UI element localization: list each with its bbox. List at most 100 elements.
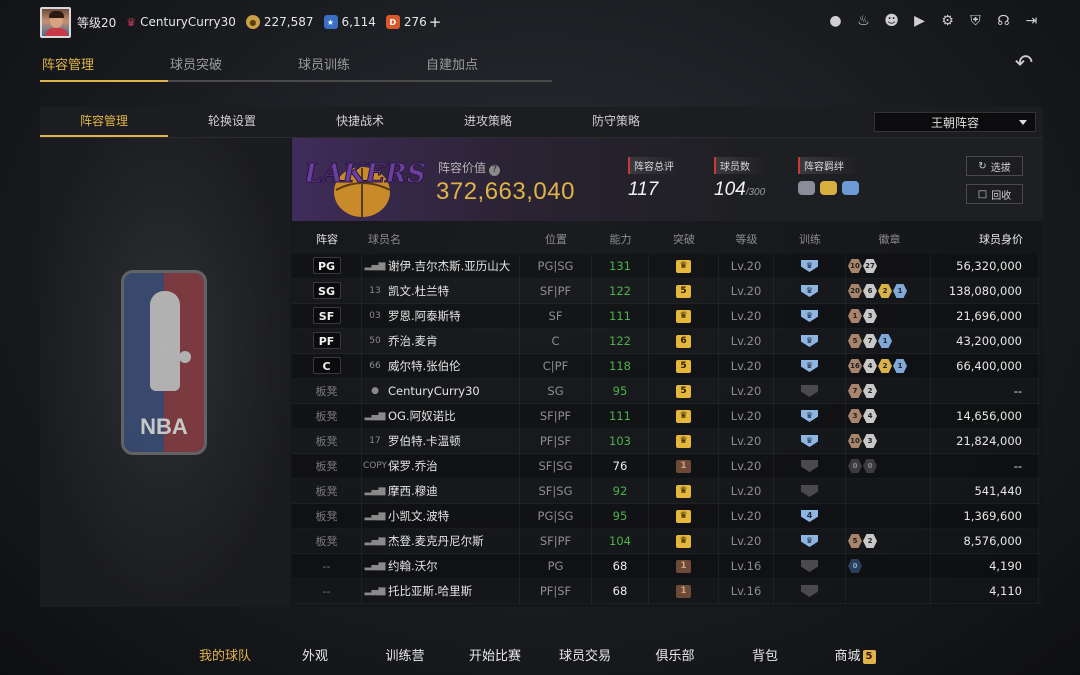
shield-icon[interactable]: ⛨ xyxy=(967,12,984,29)
lineup-slot[interactable]: 板凳 xyxy=(292,428,362,454)
lineup-slot[interactable]: SG xyxy=(292,278,362,304)
profile-icon[interactable]: ● xyxy=(827,12,844,29)
subtab-lineup[interactable]: 阵容管理 xyxy=(40,107,168,137)
lineup-slot[interactable]: 板凳 xyxy=(292,453,362,479)
nav-my-team[interactable]: 我的球队 xyxy=(180,640,270,675)
table-row[interactable]: PG ▂▄▆ 谢伊.吉尔杰斯.亚历山大 PG|SG 131 ♛ Lv.20 ♛ 1… xyxy=(292,253,1039,279)
nav-backpack[interactable]: 背包 xyxy=(720,640,810,675)
gear-icon[interactable]: ⚙ xyxy=(939,12,956,29)
breakthrough-cell: 5 xyxy=(649,278,719,304)
table-row[interactable]: -- ▂▄▆ 托比亚斯.哈里斯 PF|SF 68 1 Lv.16 4,110 xyxy=(292,578,1039,604)
lineup-slot[interactable]: -- xyxy=(292,553,362,579)
team-banner: LAKERS 阵容价值? 372,663,040 阵容总评 117 球员数 10… xyxy=(292,138,1043,221)
tab-player-breakthrough[interactable]: 球员突破 xyxy=(168,52,296,82)
table-row[interactable]: 板凳 ▂▄▆ 摩西.穆迪 SF|SG 92 ♛ Lv.20 541,440 xyxy=(292,478,1039,504)
subtab-rotation[interactable]: 轮换设置 xyxy=(168,107,296,137)
player-name-cell[interactable]: ▂▄▆ 谢伊.吉尔杰斯.亚历山大 xyxy=(362,253,520,279)
lineup-slot[interactable]: -- xyxy=(292,578,362,604)
player-name-cell[interactable]: ▂▄▆ 杰登.麦克丹尼尔斯 xyxy=(362,528,520,554)
bond-blue-icon[interactable] xyxy=(842,181,859,195)
table-header: 阵容 球员名 位置 能力 突破 等级 训练 徽章 球员身价 xyxy=(292,223,1039,254)
nav-start-game[interactable]: 开始比赛 xyxy=(450,640,540,675)
training-icon: 4 xyxy=(801,510,818,522)
player-name-cell[interactable]: ▂▄▆ 托比亚斯.哈里斯 xyxy=(362,578,520,604)
badges-cell: 0 xyxy=(846,553,931,579)
table-row[interactable]: 板凳 ▂▄▆ 杰登.麦克丹尼尔斯 SF|PF 104 ♛ Lv.20 ♛ 52 8… xyxy=(292,528,1039,554)
badge-icon: 5 xyxy=(848,334,862,348)
tab-custom-points[interactable]: 自建加点 xyxy=(424,52,552,82)
lineup-slot[interactable]: 板凳 xyxy=(292,478,362,504)
training-cell xyxy=(774,378,846,404)
friends-icon[interactable]: ☻ xyxy=(883,12,900,29)
table-row[interactable]: 板凳 ● CenturyCurry30 SG 95 5 Lv.20 72 -- xyxy=(292,378,1039,404)
table-row[interactable]: 板凳 ▂▄▆ OG.阿奴诺比 SF|PF 111 ♛ Lv.20 ♛ 34 14,… xyxy=(292,403,1039,429)
player-name-cell[interactable]: ▂▄▆ 小凯文.波特 xyxy=(362,503,520,529)
player-name-cell[interactable]: 17 罗伯特.卡温顿 xyxy=(362,428,520,454)
tab-lineup-management[interactable]: 阵容管理 xyxy=(40,52,168,82)
nav-appearance[interactable]: 外观 xyxy=(270,640,360,675)
headset-icon[interactable]: ☊ xyxy=(995,12,1012,29)
lineup-value-label-text: 阵容价值 xyxy=(438,161,487,175)
player-price: 4,110 xyxy=(931,578,1039,604)
badge-icon: 7 xyxy=(848,384,862,398)
player-name-cell[interactable]: 13 凯文.杜兰特 xyxy=(362,278,520,304)
nav-shop[interactable]: 商城 5 xyxy=(810,640,900,675)
player-name-cell[interactable]: 50 乔治.麦肯 xyxy=(362,328,520,354)
subtab-defense[interactable]: 防守策略 xyxy=(552,107,680,137)
badge-icon: 10 xyxy=(848,259,862,273)
recycle-button[interactable]: □ 回收 xyxy=(966,184,1023,204)
player-name-cell[interactable]: COPY 保罗.乔治 xyxy=(362,453,520,479)
player-position: PG|SG xyxy=(520,253,592,279)
player-name-cell[interactable]: ▂▄▆ OG.阿奴诺比 xyxy=(362,403,520,429)
help-icon[interactable]: ? xyxy=(489,165,501,176)
lineup-slot[interactable]: 板凳 xyxy=(292,378,362,404)
lineup-slot[interactable]: C xyxy=(292,353,362,379)
table-row[interactable]: C 66 威尔特.张伯伦 C|PF 118 5 Lv.20 ♛ 16 4 2 1 66,… xyxy=(292,353,1039,379)
player-name-cell[interactable]: ▂▄▆ 摩西.穆迪 xyxy=(362,478,520,504)
lineup-slot[interactable]: 板凳 xyxy=(292,528,362,554)
bond-group-icon[interactable] xyxy=(798,181,815,195)
add-currency-button[interactable]: + xyxy=(429,13,442,31)
points-count: 6,114 xyxy=(341,15,376,29)
tickets-block: D 276 + xyxy=(385,13,442,31)
table-row[interactable]: SG 13 凯文.杜兰特 SF|PF 122 5 Lv.20 ♛ 20 6 2 1 13… xyxy=(292,278,1039,304)
lineup-slot[interactable]: PF xyxy=(292,328,362,354)
player-name-cell[interactable]: ● CenturyCurry30 xyxy=(362,378,520,404)
bond-icons[interactable] xyxy=(798,181,859,195)
signal-icon: ▂▄▆ xyxy=(364,485,386,496)
bell-icon[interactable]: ♨ xyxy=(855,12,872,29)
player-name-cell[interactable]: ▂▄▆ 约翰.沃尔 xyxy=(362,553,520,579)
lineup-dropdown[interactable]: 王朝阵容 xyxy=(874,112,1036,132)
select-button[interactable]: ↻ 选拔 xyxy=(966,156,1023,176)
table-row[interactable]: 板凳 17 罗伯特.卡温顿 PF|SF 103 ♛ Lv.20 ♛ 10 3 21,… xyxy=(292,428,1039,454)
table-row[interactable]: -- ▂▄▆ 约翰.沃尔 PG 68 1 Lv.16 0 4,190 xyxy=(292,553,1039,579)
lineup-slot[interactable]: 板凳 xyxy=(292,403,362,429)
breakthrough-icon: ♛ xyxy=(676,434,691,448)
jersey-number: 17 xyxy=(369,435,381,446)
col-lineup: 阵容 xyxy=(316,232,338,246)
badge-icon: 6 xyxy=(863,284,877,298)
player-avatar[interactable] xyxy=(40,6,71,38)
player-name-cell[interactable]: 03 罗恩.阿泰斯特 xyxy=(362,303,520,329)
bond-gold-icon[interactable] xyxy=(820,181,837,195)
table-row[interactable]: SF 03 罗恩.阿泰斯特 SF 111 ♛ Lv.20 ♛ 13 21,696,… xyxy=(292,303,1039,329)
video-icon[interactable]: ▶ xyxy=(911,12,928,29)
table-row[interactable]: 板凳 COPY 保罗.乔治 SF|SG 76 1 Lv.20 00 -- xyxy=(292,453,1039,479)
lineup-slot[interactable]: SF xyxy=(292,303,362,329)
back-arrow-icon[interactable]: ↶ xyxy=(1006,53,1042,76)
exit-icon[interactable]: ⇥ xyxy=(1023,12,1040,29)
slot-label: 板凳 xyxy=(315,434,338,448)
nav-club[interactable]: 俱乐部 xyxy=(630,640,720,675)
table-row[interactable]: 板凳 ▂▄▆ 小凯文.波特 PG|SG 95 ♛ Lv.20 4 1,369,60… xyxy=(292,503,1039,529)
table-row[interactable]: PF 50 乔治.麦肯 C 122 6 Lv.20 ♛ 571 43,200,00… xyxy=(292,328,1039,354)
rating-label: 阵容总评 xyxy=(628,157,680,174)
subtab-offense[interactable]: 进攻策略 xyxy=(424,107,552,137)
tab-player-training[interactable]: 球员训练 xyxy=(296,52,424,82)
subtab-quick-tactics[interactable]: 快捷战术 xyxy=(296,107,424,137)
nav-training-camp[interactable]: 训练营 xyxy=(360,640,450,675)
lineup-slot[interactable]: 板凳 xyxy=(292,503,362,529)
lineup-slot[interactable]: PG xyxy=(292,253,362,279)
coin-count: 227,587 xyxy=(263,15,314,29)
player-name-cell[interactable]: 66 威尔特.张伯伦 xyxy=(362,353,520,379)
nav-player-trade[interactable]: 球员交易 xyxy=(540,640,630,675)
